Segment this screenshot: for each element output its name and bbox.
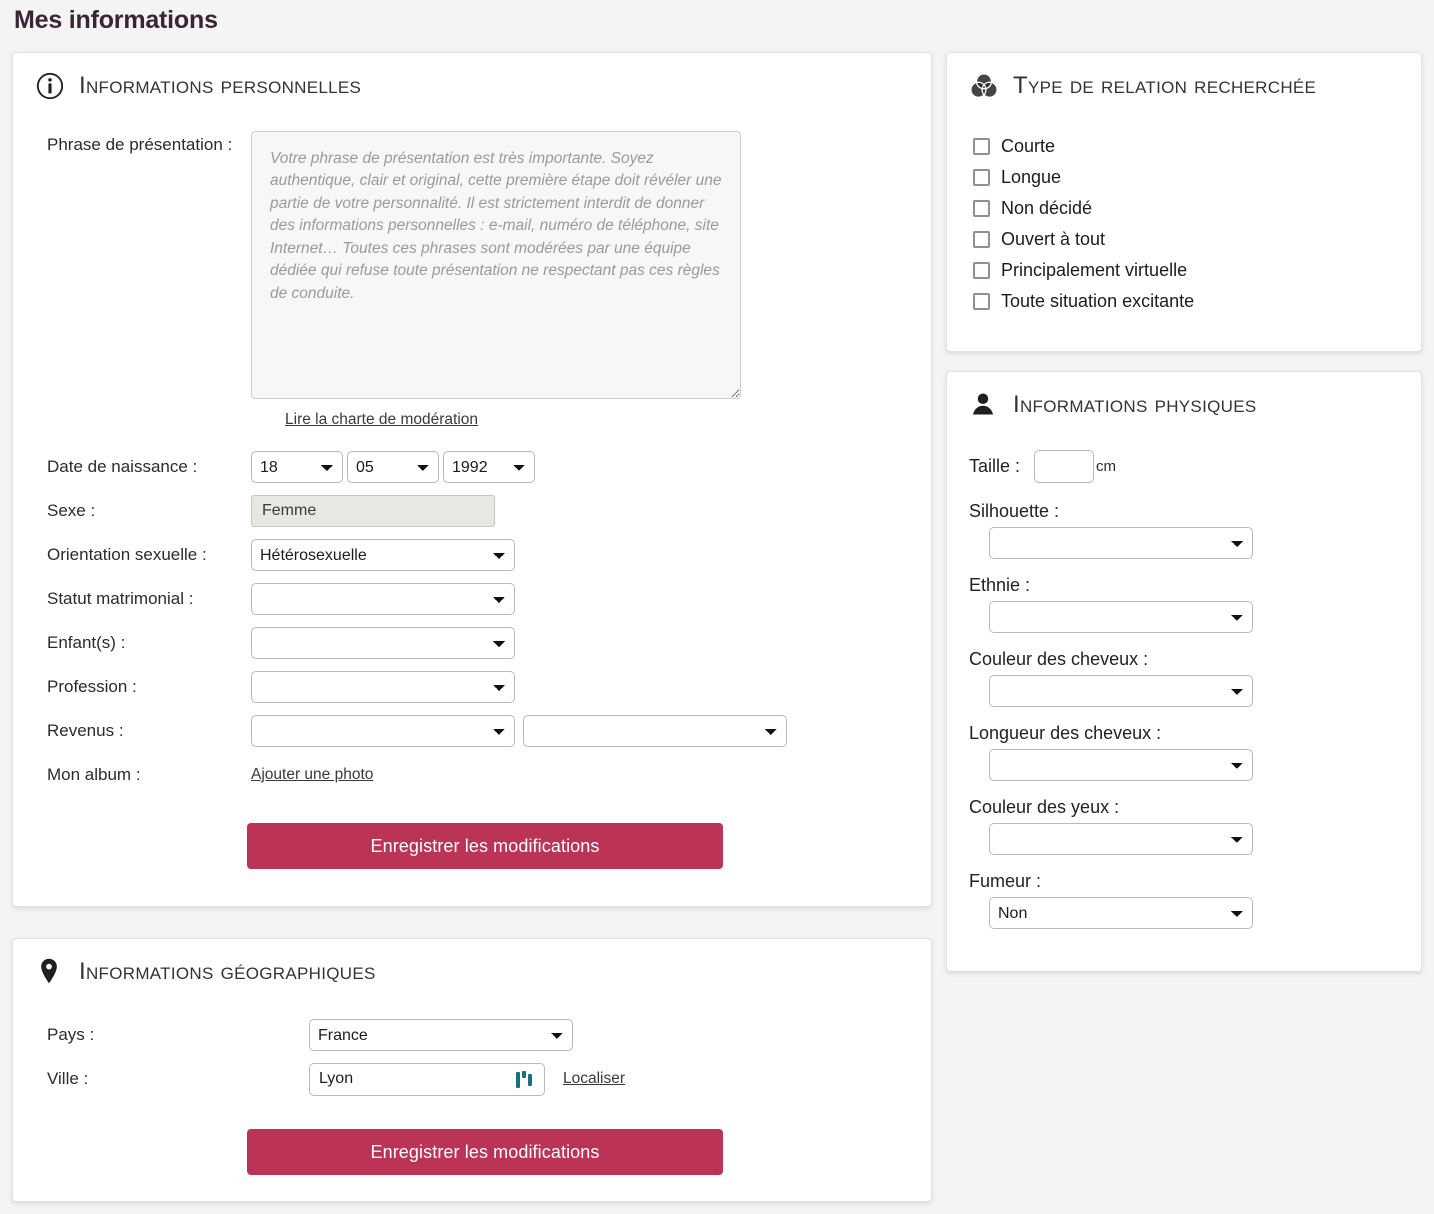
longueur-cheveux-select[interactable] [989,749,1253,781]
enfants-label: Enfant(s) : [47,633,126,652]
physical-information-card: Informations physiques Taille : cm Silho… [946,371,1422,972]
add-photo-link[interactable]: Ajouter une photo [251,766,373,784]
birthdate-day-select[interactable]: 18 [251,451,343,483]
birthdate-year-select[interactable]: 1992 [443,451,535,483]
relation-option[interactable]: Non décidé [973,193,1421,224]
revenus-currency-select[interactable] [523,715,787,747]
localiser-link[interactable]: Localiser [563,1070,625,1088]
charte-link-wrap: Lire la charte de modération [13,411,931,429]
relation-option-label: Non décidé [1001,198,1093,218]
geo-card-title: Informations géographiques [79,958,376,985]
physique-body: Taille : cm Silhouette : Ethnie : Couleu… [947,420,1421,945]
relation-option-label: Longue [1001,167,1062,187]
profession-select[interactable] [251,671,515,703]
pays-row: Pays : France [13,1013,931,1057]
fumeur-label: Fumeur : [969,871,1042,891]
presentation-row: Phrase de présentation : [13,131,931,399]
album-row: Mon album : Ajouter une photo [13,753,931,797]
relation-option-label: Courte [1001,136,1056,156]
page-root: Mes informations Informations personnell… [0,0,1434,1214]
physique-card-title: Informations physiques [1013,391,1257,418]
checkbox-non-decide[interactable] [973,200,990,217]
moderation-charter-link[interactable]: Lire la charte de modération [285,411,478,428]
relation-option[interactable]: Longue [973,162,1421,193]
revenus-amount-select[interactable] [251,715,515,747]
presentation-label: Phrase de présentation : [47,135,233,154]
fumeur-select[interactable]: Non [989,897,1253,929]
relation-option[interactable]: Courte [973,131,1421,162]
longueur-cheveux-label: Longueur des cheveux : [969,723,1162,743]
loading-bars-icon [516,1070,536,1089]
ville-label: Ville : [47,1069,89,1088]
geographic-information-card: Informations géographiques Pays : France… [12,938,932,1202]
sexe-label: Sexe : [47,501,96,520]
revenus-row: Revenus : [13,709,931,753]
sexe-row: Sexe : [13,489,931,533]
ville-input[interactable] [309,1062,545,1096]
orientation-row: Orientation sexuelle : Hétérosexuelle [13,533,931,577]
checkbox-ouvert-a-tout[interactable] [973,231,990,248]
relation-option-label: Ouvert à tout [1001,229,1106,249]
statut-row: Statut matrimonial : [13,577,931,621]
relation-options-list: Courte Longue Non décidé Ouvert à tout P… [947,131,1421,317]
couleur-cheveux-label: Couleur des cheveux : [969,649,1149,669]
save-personal-button[interactable]: Enregistrer les modifications [247,823,723,869]
person-icon [969,390,999,420]
ville-row: Ville : Localiser [13,1057,931,1101]
enfants-row: Enfant(s) : [13,621,931,665]
map-pin-icon [35,957,65,987]
checkbox-courte[interactable] [973,138,990,155]
relation-card-header: Type de relation recherchée [947,53,1421,101]
relation-option-label: Principalement virtuelle [1001,260,1188,280]
silhouette-label: Silhouette : [969,501,1060,521]
statut-select[interactable] [251,583,515,615]
relation-type-card: Type de relation recherchée Courte Longu… [946,52,1422,352]
physique-card-header: Informations physiques [947,372,1421,420]
taille-unit: cm [1096,458,1117,475]
personal-information-card: Informations personnelles Phrase de prés… [12,52,932,907]
revenus-label: Revenus : [47,721,124,740]
profession-label: Profession : [47,677,137,696]
relation-option[interactable]: Toute situation excitante [973,286,1421,317]
birthdate-month-select[interactable]: 05 [347,451,439,483]
orientation-select[interactable]: Hétérosexuelle [251,539,515,571]
pays-select[interactable]: France [309,1019,573,1051]
pays-label: Pays : [47,1025,95,1044]
couleur-cheveux-select[interactable] [989,675,1253,707]
ethnie-label: Ethnie : [969,575,1031,595]
sexe-field [251,495,495,527]
birthdate-row: Date de naissance : 18 05 1992 [13,445,931,489]
personal-card-title: Informations personnelles [79,72,362,99]
venn-circles-icon [969,71,999,101]
page-title: Mes informations [14,6,218,34]
orientation-label: Orientation sexuelle : [47,545,207,564]
relation-option-label: Toute situation excitante [1001,291,1195,311]
checkbox-toute-situation-excitante[interactable] [973,293,990,310]
relation-option[interactable]: Ouvert à tout [973,224,1421,255]
checkbox-longue[interactable] [973,169,990,186]
taille-label: Taille : [969,456,1021,476]
save-geo-button[interactable]: Enregistrer les modifications [247,1129,723,1175]
couleur-yeux-label: Couleur des yeux : [969,797,1120,817]
silhouette-select[interactable] [989,527,1253,559]
ville-input-wrap [309,1062,545,1096]
geo-card-header: Informations géographiques [13,939,931,987]
album-label: Mon album : [47,765,141,784]
birthdate-label: Date de naissance : [47,457,198,476]
enfants-select[interactable] [251,627,515,659]
taille-row: Taille : cm [969,450,1421,483]
info-circle-icon [35,71,65,101]
profession-row: Profession : [13,665,931,709]
couleur-yeux-select[interactable] [989,823,1253,855]
ethnie-select[interactable] [989,601,1253,633]
personal-card-header: Informations personnelles [13,53,931,101]
geo-body: Pays : France Ville : Localiser Enregist… [13,987,931,1175]
statut-label: Statut matrimonial : [47,589,194,608]
presentation-textarea[interactable] [251,131,741,399]
relation-card-title: Type de relation recherchée [1013,72,1317,99]
relation-option[interactable]: Principalement virtuelle [973,255,1421,286]
taille-input[interactable] [1034,450,1095,483]
checkbox-principalement-virtuelle[interactable] [973,262,990,279]
